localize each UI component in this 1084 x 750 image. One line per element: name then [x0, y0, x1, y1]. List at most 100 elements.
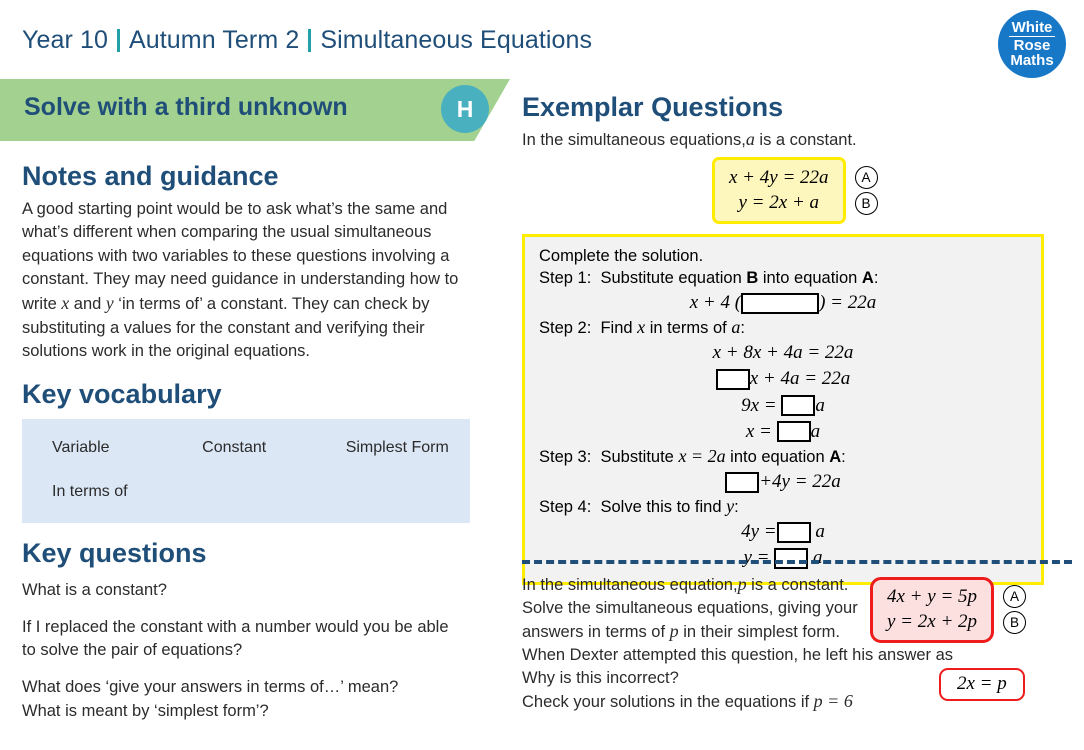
logo-line-2: Rose [1013, 36, 1051, 54]
step-1-eq-a: A [861, 269, 874, 288]
vocabulary-row: In terms of [22, 483, 470, 501]
breadcrumb: Year 10 Autumn Term 2 Simultaneous Equat… [22, 26, 592, 55]
step-1-eq-right: ) = 22a [819, 292, 877, 314]
exemplar-intro-a: In the simultaneous equations, [522, 131, 746, 149]
step-3-end: : [841, 448, 846, 467]
bottom-equation-row: 4x + y = 5p y = 2x + 2p A B [870, 577, 1027, 643]
vocabulary-term: In terms of [52, 483, 128, 501]
key-question-3: What does ‘give your answers in terms of… [22, 678, 399, 697]
solution-step-2-equation-4: x = a [539, 419, 1027, 445]
separator-bar-icon [308, 29, 312, 52]
solution-step-4-label: Step 4: Solve this to find y: [539, 495, 1027, 519]
vocabulary-term [316, 483, 470, 501]
solution-step-2-equation-3: 9x = a [539, 393, 1027, 419]
step-2-var-x: x [637, 317, 646, 338]
solution-step-3-equation: +4y = 22a [539, 469, 1027, 495]
answer-blank[interactable] [781, 395, 816, 417]
key-questions-heading: Key questions [22, 538, 207, 569]
step-4-eq1-right: a [815, 521, 825, 543]
exemplar-heading: Exemplar Questions [522, 92, 784, 122]
notes-line-5-c: ‘in terms of’ a constant. They can check… [113, 295, 430, 314]
step-1-eq-left: x + 4 ( [689, 292, 742, 314]
step-4-eq2-right: a [813, 547, 823, 569]
bottom-question: In the simultaneous equation,p is a cons… [522, 572, 1082, 714]
solution-step-2-equation-1: x + 8x + 4a = 22a [712, 342, 854, 364]
solution-title: Complete the solution. [539, 247, 704, 266]
step-3-eq-a: A [829, 448, 842, 467]
exemplar-equation-row: x + 4y = 22a y = 2x + a A B [522, 157, 1072, 225]
bq-line3-a: answers in terms of [522, 623, 670, 642]
notes-line-1: A good starting point would be to ask wh… [22, 199, 448, 218]
step-2-var-a: a [731, 317, 741, 338]
step-3-pre: Substitute [600, 448, 679, 467]
step-1-pre: Substitute equation [600, 269, 747, 288]
equation-label-a: A [854, 166, 878, 190]
higher-tier-badge: H [441, 85, 489, 133]
step-1-eq-b: B [746, 269, 759, 288]
step-3-eq1-right: +4y = 22a [759, 471, 841, 492]
answer-blank[interactable] [774, 547, 809, 569]
vocabulary-term: Variable [52, 439, 110, 457]
solution-step-2-label: Step 2: Find x in terms of a: [539, 316, 1027, 340]
breadcrumb-term: Autumn Term 2 [128, 26, 300, 54]
step-4-number: Step 4: [539, 498, 592, 517]
solution-step-4-equation-1: 4y = a [539, 519, 1027, 545]
separator-bar-icon [116, 29, 120, 52]
step-2-mid: in terms of [645, 319, 732, 338]
exemplar-equation-a: x + 4y = 22a [729, 167, 829, 188]
exemplar-intro: In the simultaneous equations,a is a con… [522, 129, 1072, 150]
lesson-title: Solve with a third unknown [24, 93, 348, 121]
step-2-number: Step 2: [539, 319, 592, 338]
answer-blank[interactable] [776, 421, 811, 443]
step-2-eq4-left: x = [745, 420, 772, 442]
notes-var-y: y [105, 293, 114, 314]
top-header: Year 10 Autumn Term 2 Simultaneous Equat… [0, 0, 1084, 78]
key-question-2-line-2: to solve the pair of equations? [22, 641, 243, 660]
step-1-number: Step 1: [539, 269, 592, 288]
step-3-mid: into equation [725, 448, 830, 467]
solution-step-3-label: Step 3: Substitute x = 2a into equation … [539, 445, 1027, 469]
answer-blank[interactable] [715, 369, 750, 391]
breadcrumb-year: Year 10 [22, 26, 108, 54]
notes-heading: Notes and guidance [22, 161, 279, 191]
equation-label-b: B [854, 192, 878, 216]
solution-box: Complete the solution. Step 1: Substitut… [522, 234, 1044, 585]
logo-line-1: White [1011, 18, 1053, 36]
bq-var-p: p [669, 621, 679, 642]
notes-body: A good starting point would be to ask wh… [22, 198, 492, 364]
section-divider [522, 560, 1072, 564]
bottom-equation-box: 4x + y = 5p y = 2x + 2p [870, 577, 995, 643]
notes-line-3: equations with two variables to these qu… [22, 246, 450, 265]
step-4-end: : [734, 498, 739, 517]
bq-line3-b: in their simplest form. [678, 623, 841, 642]
bq-line6-equation: p = 6 [813, 691, 853, 712]
vocabulary-term: Constant [202, 439, 267, 457]
step-4-var-y: y [726, 496, 735, 517]
dexter-answer-box: 2x = p [939, 668, 1025, 701]
key-questions-body: What is a constant? If I replaced the co… [22, 579, 492, 722]
bq-var-p: p [737, 574, 747, 594]
step-1-mid: into equation [758, 269, 862, 288]
vocabulary-term: Simplest Form [345, 439, 449, 457]
answer-blank[interactable] [776, 521, 811, 543]
step-4-eq2-left: y = [743, 547, 770, 569]
bottom-equation-a: 4x + y = 5p [887, 586, 978, 607]
notes-line-5-b: and [69, 295, 106, 314]
step-2-eq3-right: a [815, 394, 825, 416]
solution-step-4-equation-2: y = a [539, 545, 1027, 571]
exemplar-equation-b: y = 2x + a [738, 192, 820, 214]
vocabulary-term [172, 483, 316, 501]
answer-blank[interactable] [725, 471, 760, 493]
key-question-1: What is a constant? [22, 581, 167, 600]
bottom-question-line-1: In the simultaneous equation,p is a cons… [522, 572, 867, 597]
exemplar-intro-b: is a constant. [754, 131, 857, 149]
vocabulary-row: Variable Constant Simplest Form [22, 439, 470, 457]
answer-blank[interactable] [741, 292, 820, 314]
step-1-end: : [873, 269, 879, 288]
solution-step-1-label: Step 1: Substitute equation B into equat… [539, 268, 1027, 290]
bottom-equation-b: y = 2x + 2p [887, 611, 978, 633]
notes-line-2: what’s different when comparing the usua… [22, 223, 432, 242]
vocabulary-box: Variable Constant Simplest Form In terms… [22, 419, 470, 524]
notes-line-4: constant. They may need guidance in unde… [22, 270, 459, 289]
step-4-pre: Solve this to find [600, 498, 727, 517]
